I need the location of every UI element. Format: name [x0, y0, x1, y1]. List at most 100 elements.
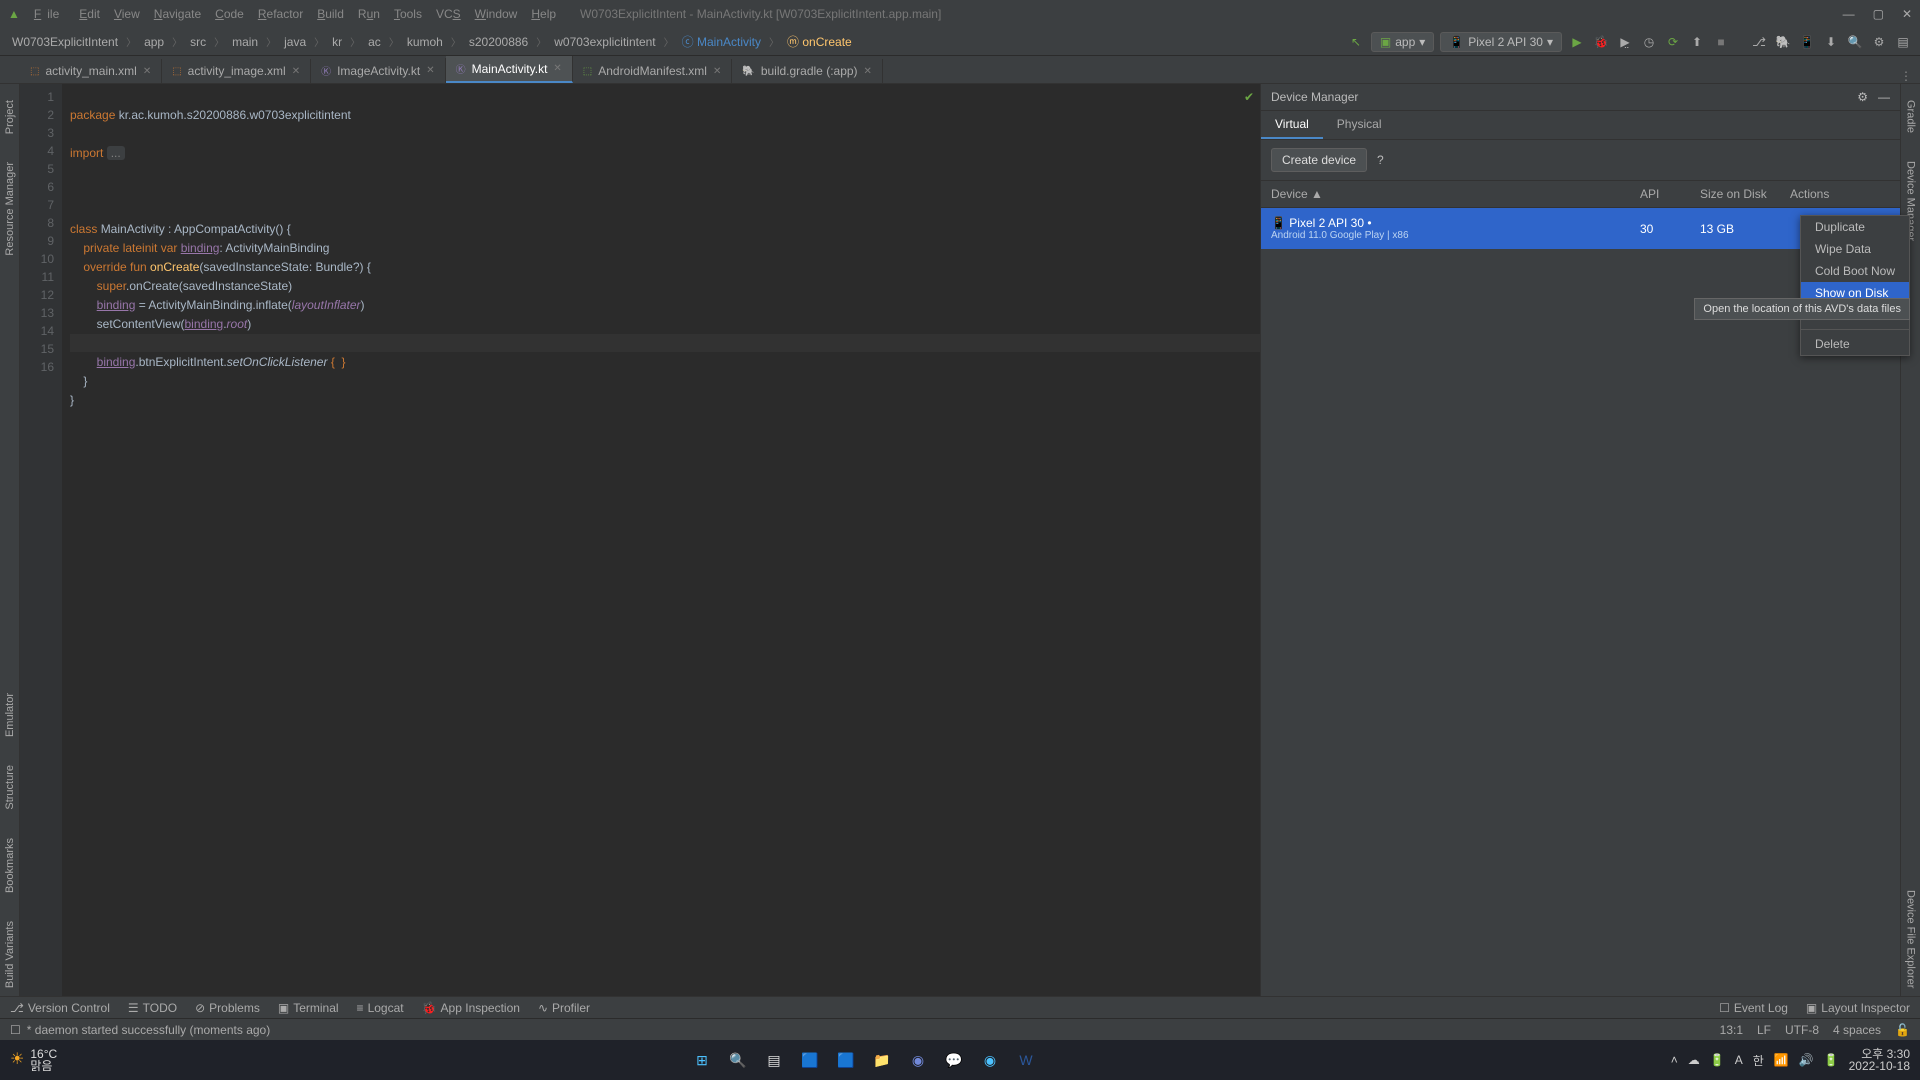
- back-icon[interactable]: ↖: [1347, 35, 1365, 49]
- close-icon[interactable]: ✕: [1902, 7, 1912, 21]
- tab-image-activity[interactable]: ⓀImageActivity.kt✕: [311, 58, 446, 83]
- menu-file[interactable]: File: [28, 5, 71, 23]
- encoding[interactable]: UTF-8: [1785, 1023, 1819, 1037]
- menu-navigate[interactable]: Navigate: [148, 5, 207, 23]
- sdk-icon[interactable]: ⬇: [1822, 35, 1840, 49]
- code-editor[interactable]: ✔package kr.ac.kumoh.s20200886.w0703expl…: [62, 84, 1260, 996]
- settings-icon[interactable]: ⚙: [1870, 35, 1888, 49]
- menu-wipe-data[interactable]: Wipe Data: [1801, 238, 1909, 260]
- start-icon[interactable]: ⊞: [688, 1046, 716, 1074]
- tool-event-log[interactable]: ☐ Event Log: [1719, 1001, 1788, 1015]
- avd-icon[interactable]: 📱: [1798, 35, 1816, 49]
- discord-icon[interactable]: ◉: [904, 1046, 932, 1074]
- explorer-icon[interactable]: 📁: [868, 1046, 896, 1074]
- close-icon[interactable]: ✕: [426, 65, 434, 76]
- col-device[interactable]: Device ▲: [1271, 187, 1640, 201]
- tool-profiler[interactable]: ∿ Profiler: [538, 1001, 590, 1015]
- ime-icon[interactable]: 한: [1753, 1052, 1764, 1069]
- close-icon[interactable]: ✕: [713, 66, 721, 77]
- tool-terminal[interactable]: ▣ Terminal: [278, 1001, 339, 1015]
- maximize-icon[interactable]: ▢: [1873, 7, 1884, 21]
- minimize-icon[interactable]: —: [1843, 7, 1855, 21]
- attach-debugger-icon[interactable]: ⬆: [1688, 35, 1706, 49]
- task-view-icon[interactable]: ▤: [760, 1046, 788, 1074]
- search-icon[interactable]: 🔍: [724, 1046, 752, 1074]
- onedrive-icon[interactable]: ☁: [1688, 1053, 1700, 1067]
- clock[interactable]: 오후 3:30 2022-10-18: [1849, 1048, 1910, 1072]
- menu-tools[interactable]: Tools: [388, 5, 428, 23]
- kakao-icon[interactable]: 💬: [940, 1046, 968, 1074]
- git-icon[interactable]: ⎇: [1750, 35, 1768, 49]
- fold-icon[interactable]: ...: [107, 146, 125, 160]
- menu-edit[interactable]: Edit: [73, 5, 106, 23]
- notifications-icon[interactable]: ▤: [1894, 35, 1912, 49]
- tool-app-inspection[interactable]: 🐞 App Inspection: [422, 1001, 520, 1015]
- tool-structure[interactable]: Structure: [2, 757, 18, 818]
- tool-bookmarks[interactable]: Bookmarks: [2, 830, 18, 901]
- tool-emulator[interactable]: Emulator: [2, 685, 18, 745]
- menu-vcs[interactable]: VCS: [430, 5, 467, 23]
- battery-icon[interactable]: 🔋: [1710, 1053, 1725, 1067]
- menu-duplicate[interactable]: Duplicate: [1801, 216, 1909, 238]
- tool-resource-manager[interactable]: Resource Manager: [2, 154, 18, 264]
- minimize-panel-icon[interactable]: —: [1878, 90, 1890, 104]
- edge-icon[interactable]: ◉: [976, 1046, 1004, 1074]
- tab-physical[interactable]: Physical: [1323, 111, 1396, 139]
- tool-logcat[interactable]: ≡ Logcat: [357, 1001, 404, 1015]
- app-icon[interactable]: 🟦: [796, 1046, 824, 1074]
- chevron-up-icon[interactable]: ˄: [1671, 1053, 1678, 1067]
- readonly-icon[interactable]: 🔓: [1895, 1023, 1910, 1037]
- breadcrumb[interactable]: W0703ExplicitIntent〉 app〉 src〉 main〉 jav…: [0, 31, 856, 52]
- close-icon[interactable]: ✕: [553, 63, 561, 74]
- wifi-icon[interactable]: 📶: [1774, 1053, 1789, 1067]
- tab-activity-image[interactable]: ⬚activity_image.xml✕: [162, 59, 311, 83]
- debug-icon[interactable]: 🐞: [1592, 35, 1610, 49]
- close-icon[interactable]: ✕: [864, 66, 872, 77]
- tab-more-icon[interactable]: ⋮: [1892, 69, 1920, 83]
- create-device-button[interactable]: Create device: [1271, 148, 1367, 172]
- word-icon[interactable]: W: [1012, 1046, 1040, 1074]
- coverage-icon[interactable]: ▶̤: [1616, 35, 1634, 49]
- col-api[interactable]: API: [1640, 187, 1700, 201]
- tool-layout-inspector[interactable]: ▣ Layout Inspector: [1806, 1001, 1910, 1015]
- menu-cold-boot[interactable]: Cold Boot Now: [1801, 260, 1909, 282]
- close-icon[interactable]: ✕: [143, 66, 151, 77]
- caret-position[interactable]: 13:1: [1720, 1023, 1743, 1037]
- sync-icon[interactable]: 🐘: [1774, 35, 1792, 49]
- menu-window[interactable]: Window: [469, 5, 524, 23]
- menu-help[interactable]: Help: [525, 5, 562, 23]
- menu-delete[interactable]: Delete: [1801, 333, 1909, 355]
- menu-code[interactable]: Code: [209, 5, 250, 23]
- menu-view[interactable]: View: [108, 5, 146, 23]
- search-icon[interactable]: 🔍: [1846, 35, 1864, 49]
- tool-project[interactable]: Project: [2, 92, 18, 142]
- run-config-combo[interactable]: ▣ app ▾: [1371, 32, 1434, 52]
- tool-build-variants[interactable]: Build Variants: [2, 913, 18, 996]
- weather-widget[interactable]: ☀ 16°C맑음: [10, 1048, 57, 1072]
- tab-build-gradle[interactable]: 🐘build.gradle (:app)✕: [732, 59, 883, 83]
- tool-version-control[interactable]: ⎇ Version Control: [10, 1001, 110, 1015]
- indent[interactable]: 4 spaces: [1833, 1023, 1881, 1037]
- stop-icon[interactable]: ■: [1712, 35, 1730, 49]
- tool-device-file-explorer[interactable]: Device File Explorer: [1903, 882, 1919, 996]
- close-icon[interactable]: ✕: [292, 66, 300, 77]
- app-icon[interactable]: 🟦: [832, 1046, 860, 1074]
- tool-gradle[interactable]: Gradle: [1903, 92, 1919, 141]
- device-combo[interactable]: 📱 Pixel 2 API 30 ▾: [1440, 32, 1562, 52]
- gear-icon[interactable]: ⚙: [1857, 90, 1868, 104]
- tab-main-activity[interactable]: ⓀMainActivity.kt✕: [446, 56, 573, 83]
- menu-run[interactable]: Run: [352, 5, 386, 23]
- help-icon[interactable]: ?: [1377, 153, 1384, 167]
- tool-problems[interactable]: ⊘ Problems: [195, 1001, 260, 1015]
- run-icon[interactable]: ▶: [1568, 35, 1586, 49]
- tool-todo[interactable]: ☰ TODO: [128, 1001, 177, 1015]
- tab-virtual[interactable]: Virtual: [1261, 111, 1323, 139]
- menu-refactor[interactable]: Refactor: [252, 5, 309, 23]
- tab-manifest[interactable]: ⬚AndroidManifest.xml✕: [573, 59, 733, 83]
- volume-icon[interactable]: 🔊: [1799, 1053, 1814, 1067]
- menu-build[interactable]: Build: [311, 5, 350, 23]
- col-size[interactable]: Size on Disk: [1700, 187, 1790, 201]
- power-icon[interactable]: 🔋: [1824, 1053, 1839, 1067]
- apply-changes-icon[interactable]: ⟳: [1664, 35, 1682, 49]
- profile-icon[interactable]: ◷: [1640, 35, 1658, 49]
